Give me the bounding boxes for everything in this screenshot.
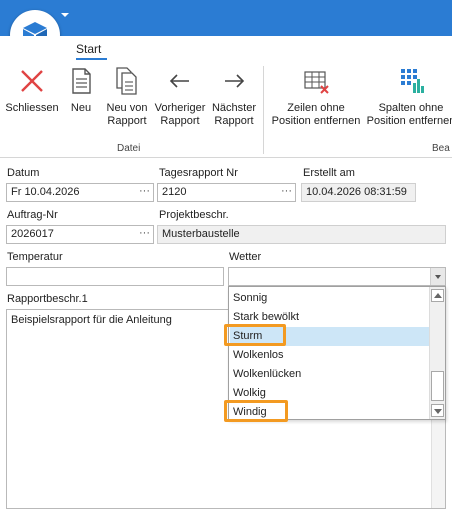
datum-label: Datum xyxy=(7,167,40,179)
zeilen-ohne-position-entfernen-button[interactable]: Zeilen ohne Position entfernen xyxy=(269,66,363,128)
wetter-option-sonnig[interactable]: Sonnig xyxy=(230,289,430,308)
projektbeschr-value: Musterbaustelle xyxy=(162,228,240,240)
copy-document-icon xyxy=(116,67,137,95)
close-icon xyxy=(21,70,43,92)
scroll-down-arrow-icon[interactable] xyxy=(431,404,444,417)
ribbon-group-datei: Datei xyxy=(117,143,141,154)
datum-picker-button[interactable]: ··· xyxy=(139,185,150,197)
tagesrapport-nr-lookup-button[interactable]: ··· xyxy=(281,185,292,197)
erstellt-am-label: Erstellt am xyxy=(303,167,355,179)
temperatur-field[interactable] xyxy=(6,267,224,286)
scroll-thumb[interactable] xyxy=(431,371,444,401)
neu-von-rapport-label: Neu von Rapport xyxy=(106,102,148,127)
projektbeschr-field: Musterbaustelle xyxy=(157,225,446,244)
remove-rows-icon xyxy=(304,71,329,94)
scroll-up-arrow-icon[interactable] xyxy=(431,289,444,302)
tab-start[interactable]: Start xyxy=(76,42,101,56)
rapportbeschr-value: Beispielsrapport für die Anleitung xyxy=(11,314,172,326)
erstellt-am-value: 10.04.2026 08:31:59 xyxy=(306,186,407,198)
auftrag-nr-field[interactable]: 2026017 ··· xyxy=(6,225,154,244)
spalten-ohne-position-entfernen-button[interactable]: Spalten ohne Position entfernen xyxy=(366,66,452,128)
neu-von-rapport-button[interactable]: Neu von Rapport xyxy=(102,66,152,128)
wetter-combobox[interactable] xyxy=(228,267,446,286)
highlight-box-sturm xyxy=(224,324,286,346)
naechster-rapport-label: Nächster Rapport xyxy=(211,102,257,127)
arrow-left-icon xyxy=(169,74,189,88)
auftrag-nr-lookup-button[interactable]: ··· xyxy=(139,227,150,239)
ribbon-toolbar: Schliessen Neu Neu von Rapport Vorherige… xyxy=(0,62,452,158)
rapportbeschr-label: Rapportbeschr.1 xyxy=(7,293,88,305)
projektbeschr-label: Projektbeschr. xyxy=(159,209,229,221)
zeilen-ohne-position-label: Zeilen ohne Position entfernen xyxy=(271,102,361,127)
spalten-ohne-position-label: Spalten ohne Position entfernen xyxy=(366,102,452,127)
schliessen-button[interactable]: Schliessen xyxy=(4,66,60,115)
wetter-option-wolkenluecken[interactable]: Wolkenlücken xyxy=(230,365,430,384)
wetter-option-wolkenlos[interactable]: Wolkenlos xyxy=(230,346,430,365)
wetter-label: Wetter xyxy=(229,251,262,263)
ribbon-group-divider xyxy=(263,66,264,154)
neu-label: Neu xyxy=(70,102,92,114)
datum-field[interactable]: Fr 10.04.2026 ··· xyxy=(6,183,154,202)
datum-value: Fr 10.04.2026 xyxy=(11,186,80,198)
ribbon-tab-bar: Start xyxy=(0,36,452,62)
new-document-icon xyxy=(72,68,91,94)
temperatur-label: Temperatur xyxy=(7,251,63,263)
naechster-rapport-button[interactable]: Nächster Rapport xyxy=(209,66,259,128)
tagesrapport-nr-label: Tagesrapport Nr xyxy=(159,167,238,179)
auftrag-nr-label: Auftrag-Nr xyxy=(7,209,58,221)
wetter-dropdown-button[interactable] xyxy=(430,268,445,285)
auftrag-nr-value: 2026017 xyxy=(11,228,54,240)
quick-access-caret-icon[interactable] xyxy=(61,13,69,17)
tagesrapport-nr-field[interactable]: 2120 ··· xyxy=(157,183,296,202)
neu-button[interactable]: Neu xyxy=(64,66,98,115)
schliessen-label: Schliessen xyxy=(5,102,59,114)
ribbon-group-bea: Bea xyxy=(432,143,450,154)
erstellt-am-field: 10.04.2026 08:31:59 xyxy=(301,183,416,202)
vorheriger-rapport-label: Vorheriger Rapport xyxy=(154,102,206,127)
tagesrapport-nr-value: 2120 xyxy=(162,186,187,198)
wetter-dropdown-scrollbar[interactable] xyxy=(429,287,445,419)
remove-columns-icon xyxy=(401,69,424,93)
arrow-right-icon xyxy=(225,74,245,88)
active-tab-indicator xyxy=(76,58,107,60)
title-bar xyxy=(0,0,452,36)
highlight-box-windig xyxy=(224,400,288,422)
vorheriger-rapport-button[interactable]: Vorheriger Rapport xyxy=(153,66,207,128)
